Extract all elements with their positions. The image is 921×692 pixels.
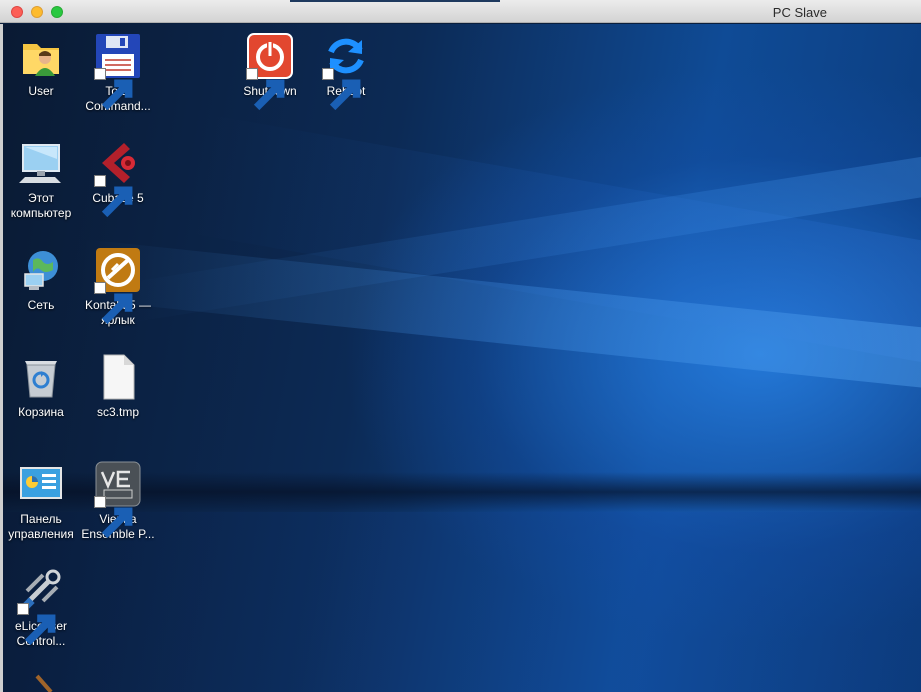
desktop-icon-shutdown[interactable]: Shutdown [231, 32, 309, 111]
shortcut-arrow-icon [17, 603, 56, 646]
network-globe-icon [17, 246, 65, 294]
kontakt-icon [94, 246, 142, 325]
partial-app-icon [17, 674, 65, 692]
desktop-icon-user[interactable]: User [2, 32, 80, 99]
window-title: PC Slave [772, 5, 827, 20]
shortcut-arrow-icon [94, 282, 133, 325]
desktop-icon-control-panel[interactable]: Панель управления [2, 460, 80, 542]
shortcut-arrow-icon [94, 68, 133, 111]
desktop-icon-vienna-ensemble-pro[interactable]: Vienna Ensemble P... [79, 460, 157, 542]
shortcut-arrow-icon [246, 68, 285, 111]
desktop-icon-partial[interactable] [2, 674, 80, 692]
recycle-bin-icon [17, 353, 65, 401]
window-title-bar[interactable]: PC Slave [0, 0, 921, 23]
shortcut-arrow-icon [322, 68, 361, 111]
desktop-icon-this-computer[interactable]: Этот компьютер [2, 139, 80, 221]
desktop-icon-reboot[interactable]: Reboot [307, 32, 385, 111]
shortcut-arrow-icon [94, 496, 133, 539]
desktop-icon-sc3-tmp[interactable]: sc3.tmp [79, 353, 157, 420]
cubase-icon [94, 139, 142, 218]
desktop-icon-network[interactable]: Сеть [2, 246, 80, 313]
control-panel-icon [17, 460, 65, 508]
shortcut-arrow-icon [94, 175, 133, 218]
usb-keys-icon [17, 567, 65, 646]
desktop-icon-kontakt[interactable]: Kontakt 5 — ярлык [79, 246, 157, 328]
floppy-disk-icon [94, 32, 142, 111]
desktop-icon-recycle-bin[interactable]: Корзина [2, 353, 80, 420]
blank-file-icon [94, 353, 142, 401]
user-folder-icon [17, 32, 65, 80]
desktop-icon-cubase[interactable]: Cubase 5 [79, 139, 157, 218]
title-bar-accent-line [290, 0, 500, 2]
desktop-icon-total-commander[interactable]: Total Command... [79, 32, 157, 114]
refresh-icon [322, 32, 370, 111]
minimize-button[interactable] [31, 6, 43, 18]
desktop-icon-elicenser[interactable]: eLicenser Control... [2, 567, 80, 649]
vienna-ensemble-icon [94, 460, 142, 539]
close-button[interactable] [11, 6, 23, 18]
remote-desktop[interactable]: User Total Command... Shutdown Reboot Эт… [0, 24, 921, 692]
computer-icon [17, 139, 65, 187]
power-icon [246, 32, 294, 111]
zoom-button[interactable] [51, 6, 63, 18]
